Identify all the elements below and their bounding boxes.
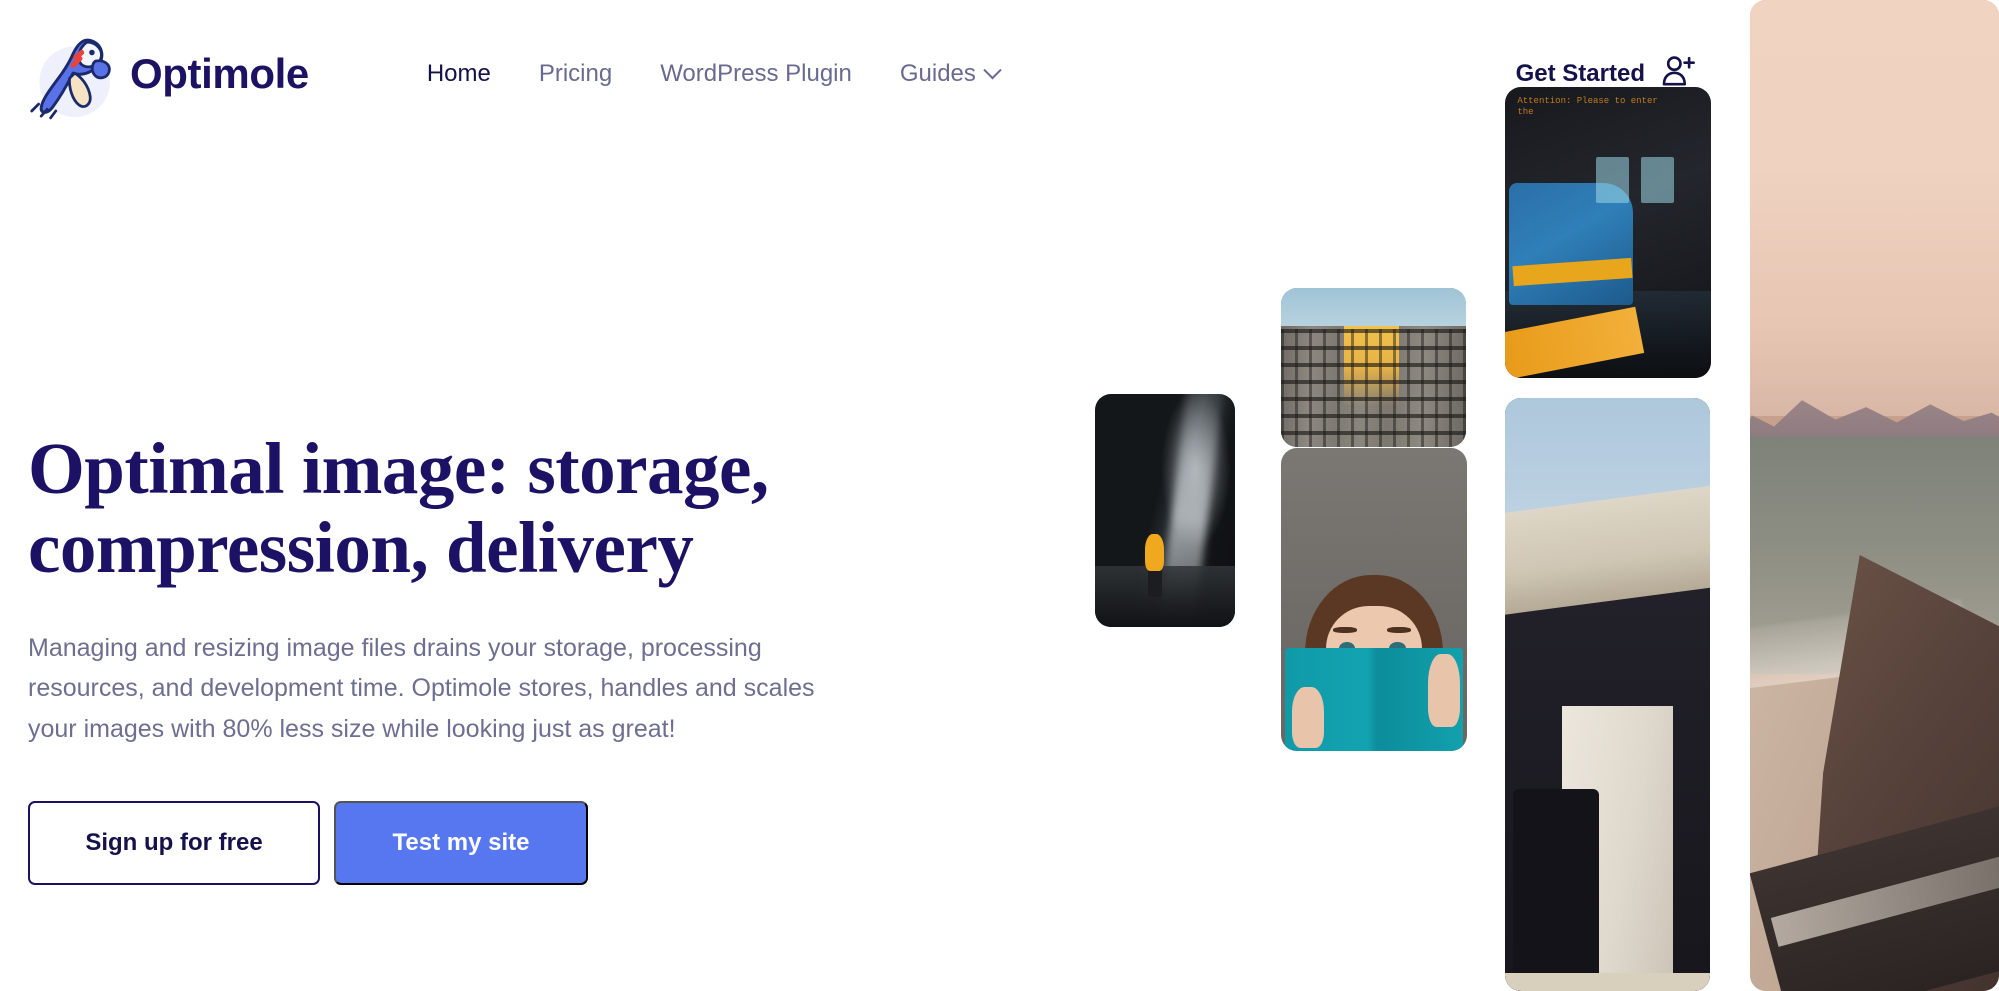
woman-eyebrow-right (1387, 626, 1412, 633)
hero-title: Optimal image: storage, compression, del… (28, 428, 769, 588)
station-ticker-text: Attention: Please to enter the (1517, 95, 1658, 118)
hero-cta-group: Sign up for free Test my site (28, 801, 868, 886)
hero-image-collage: Attention: Please to enter the (1095, 0, 1999, 991)
woman-reading-book-photo (1281, 448, 1467, 751)
hiker-yellow-jacket (1145, 533, 1164, 572)
cave-waterfall-art (1095, 394, 1235, 627)
optimole-landing-page: Optimole Home Pricing WordPress Plugin G… (0, 0, 1999, 991)
woman-hand-right (1427, 654, 1460, 727)
brand-logo-link[interactable]: Optimole (30, 28, 309, 120)
sign-up-for-free-button[interactable]: Sign up for free (28, 801, 320, 886)
coastal-sunset-photo (1750, 0, 1999, 991)
concrete-overpass-art (1505, 398, 1710, 991)
concrete-overpass-photo (1505, 398, 1710, 991)
hero-section: Optimal image: storage, compression, del… (28, 428, 868, 886)
chevron-down-icon (983, 60, 1002, 79)
nav-item-guides[interactable]: Guides (876, 54, 1023, 94)
nav-item-home[interactable]: Home (403, 54, 515, 94)
woman-eyebrow-left (1333, 626, 1358, 633)
optimole-mole-logo-icon (30, 28, 116, 120)
woman-reading-art (1281, 448, 1467, 751)
tram-station-art: Attention: Please to enter the (1505, 87, 1711, 378)
building-facade-photo (1281, 288, 1466, 447)
coastal-sunset-art (1750, 0, 1999, 991)
station-window-b (1640, 156, 1674, 204)
sunset-sky (1750, 0, 1999, 417)
building-facade-art (1281, 288, 1466, 447)
nav-item-guides-label: Guides (899, 60, 976, 87)
building-window-grid (1281, 329, 1466, 447)
building-sky (1281, 288, 1466, 330)
dark-doorway (1513, 789, 1600, 991)
nav-item-pricing[interactable]: Pricing (515, 54, 636, 94)
nav-item-wordpress-plugin-label: WordPress Plugin (660, 60, 852, 87)
nav-item-wordpress-plugin[interactable]: WordPress Plugin (636, 54, 876, 94)
hero-subtitle: Managing and resizing image files drains… (28, 633, 815, 743)
test-my-site-button[interactable]: Test my site (334, 801, 588, 886)
tram-station-photo: Attention: Please to enter the (1505, 87, 1711, 378)
nav-item-pricing-label: Pricing (538, 60, 613, 87)
cave-waterfall-photo (1095, 394, 1235, 627)
pavement-curb (1505, 973, 1710, 991)
station-window-a (1595, 156, 1629, 204)
nav-item-home-label: Home (426, 60, 491, 87)
woman-hand-left (1292, 687, 1324, 748)
cave-floor (1095, 566, 1235, 627)
main-navigation: Home Pricing WordPress Plugin Guides (403, 54, 1023, 94)
brand-name: Optimole (130, 50, 309, 97)
